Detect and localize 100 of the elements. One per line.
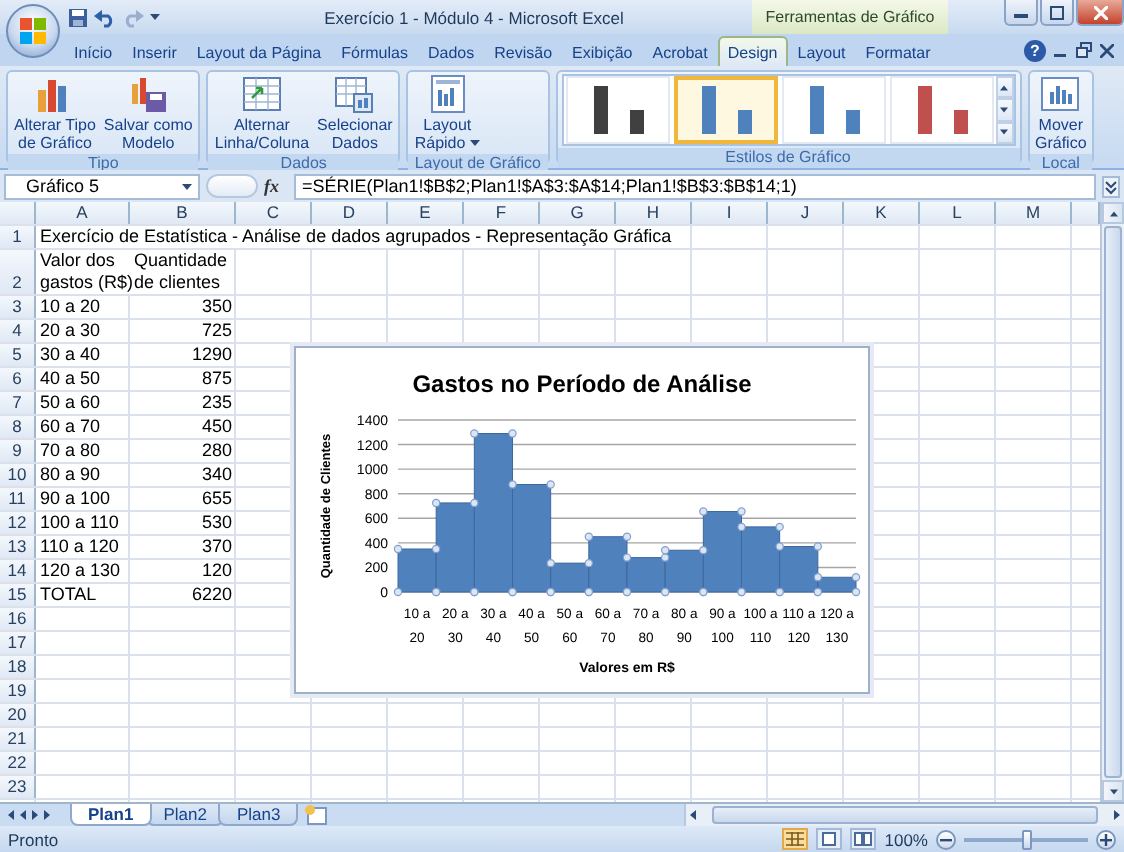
ribbon-button[interactable]: Layout Rápido <box>412 74 482 152</box>
ribbon-button[interactable]: Alternar Linha/Coluna <box>212 74 312 152</box>
ribbon-tab[interactable]: Acrobat <box>642 36 718 66</box>
ribbon-tab[interactable]: Layout <box>787 36 856 66</box>
column-header[interactable]: G <box>540 202 616 224</box>
vertical-scrollbar[interactable] <box>1100 202 1124 802</box>
bar[interactable] <box>550 562 590 593</box>
row-header[interactable]: 17 <box>0 632 36 654</box>
ribbon-tab[interactable]: Inserir <box>122 36 187 66</box>
row-header[interactable]: 4 <box>0 320 36 342</box>
minimize-button[interactable] <box>1004 0 1038 26</box>
row-header[interactable]: 6 <box>0 368 36 390</box>
ribbon-tab[interactable]: Formatar <box>855 36 941 66</box>
slider-thumb[interactable] <box>1022 829 1032 849</box>
row-header[interactable]: 16 <box>0 608 36 630</box>
formula-field[interactable]: =SÉRIE(Plan1!$B$2;Plan1!$A$3:$A$14;Plan1!$B$3:$B$14;1) <box>294 173 1096 199</box>
column-header[interactable]: M <box>996 202 1072 224</box>
zoom-out-button[interactable] <box>936 829 956 849</box>
column-header[interactable]: J <box>768 202 844 224</box>
ribbon-tab[interactable]: Revisão <box>484 36 563 66</box>
ribbon-tab[interactable]: Dados <box>417 36 485 66</box>
column-header[interactable]: C <box>236 202 312 224</box>
scrollbar-thumb[interactable] <box>1104 226 1122 778</box>
row-header[interactable]: 15 <box>0 584 36 606</box>
bar[interactable] <box>397 548 437 593</box>
ribbon-tab[interactable]: Fórmulas <box>331 36 418 66</box>
column-header[interactable]: F <box>464 202 540 224</box>
row-header[interactable]: 3 <box>0 296 36 318</box>
selection-handles[interactable] <box>393 429 861 597</box>
row-header[interactable]: 19 <box>0 680 36 702</box>
row-header[interactable]: 7 <box>0 392 36 414</box>
page-break-button[interactable] <box>850 828 877 850</box>
close-button[interactable] <box>1076 0 1124 26</box>
bar[interactable] <box>512 484 552 593</box>
undo-icon[interactable] <box>94 7 116 27</box>
table-cell: 50 a 60 <box>40 392 101 414</box>
bar[interactable] <box>473 433 513 593</box>
zoom-in-button[interactable] <box>1096 829 1116 849</box>
column-header[interactable]: E <box>388 202 464 224</box>
column-header[interactable]: I <box>692 202 768 224</box>
bar[interactable] <box>435 502 475 593</box>
resize-handle[interactable] <box>206 174 258 198</box>
row-header[interactable]: 1 <box>0 226 36 248</box>
ribbon-tab[interactable]: Layout da Página <box>186 36 332 66</box>
column-header[interactable]: L <box>920 202 996 224</box>
row-header[interactable]: 8 <box>0 416 36 438</box>
row-header[interactable]: 12 <box>0 512 36 534</box>
sheet-tab[interactable]: Plan1 <box>70 804 152 826</box>
save-icon[interactable] <box>68 7 88 27</box>
ribbon-button[interactable]: Selecionar Dados <box>315 74 395 152</box>
ribbon-tab[interactable]: Início <box>64 36 123 66</box>
function-label[interactable]: fx <box>264 176 288 196</box>
ribbon-button[interactable]: Mover Gráfico <box>1033 74 1089 152</box>
row-header[interactable]: 14 <box>0 560 36 582</box>
bar[interactable] <box>779 546 819 593</box>
row-header[interactable]: 13 <box>0 536 36 558</box>
scroll-up-button[interactable] <box>995 76 1013 99</box>
help-button[interactable]: ? <box>1024 39 1046 61</box>
ribbon-tab[interactable]: Exibição <box>562 36 643 66</box>
bar[interactable] <box>702 511 742 593</box>
row-header[interactable]: 10 <box>0 464 36 486</box>
restore-button[interactable] <box>1040 0 1074 26</box>
close-icon[interactable] <box>1100 43 1114 57</box>
row-header[interactable]: 5 <box>0 344 36 366</box>
bar[interactable] <box>626 557 666 593</box>
restore-icon[interactable] <box>1076 42 1092 58</box>
bar[interactable] <box>664 549 704 593</box>
column-header[interactable]: A <box>36 202 130 224</box>
expand-icon[interactable] <box>1102 175 1120 197</box>
more-button[interactable] <box>995 121 1013 144</box>
chart-style-thumbnail[interactable] <box>673 76 777 144</box>
page-layout-button[interactable] <box>816 828 843 850</box>
row-header[interactable]: 2 <box>0 250 36 294</box>
column-header[interactable]: D <box>312 202 388 224</box>
normal-view-button[interactable] <box>782 828 809 850</box>
row-header[interactable]: 18 <box>0 656 36 678</box>
zoom-level[interactable]: 100% <box>884 829 928 849</box>
ribbon-button[interactable]: Alterar Tipo de Gráfico <box>12 74 98 152</box>
scrollbar-thumb[interactable] <box>712 806 1098 824</box>
bar[interactable] <box>588 536 628 593</box>
row-header[interactable]: 21 <box>0 728 36 750</box>
ribbon-button[interactable]: Salvar como Modelo <box>101 74 195 152</box>
column-header[interactable]: B <box>130 202 236 224</box>
row-header[interactable]: 9 <box>0 440 36 462</box>
scroll-down-button[interactable] <box>1102 780 1124 802</box>
ribbon-tab[interactable]: Design <box>717 36 788 66</box>
chart[interactable] <box>294 346 870 694</box>
column-header[interactable]: K <box>844 202 920 224</box>
column-header[interactable]: H <box>616 202 692 224</box>
scroll-down-button[interactable] <box>995 98 1013 122</box>
bar[interactable] <box>741 526 781 593</box>
new-sheet-icon[interactable] <box>302 804 331 826</box>
name-box[interactable]: Gráfico 5 <box>4 173 200 199</box>
row-header[interactable]: 22 <box>0 752 36 774</box>
scroll-up-button[interactable] <box>1102 202 1124 224</box>
sheet-tab[interactable]: Plan3 <box>218 804 299 826</box>
horizontal-scrollbar[interactable] <box>684 804 1124 826</box>
row-header[interactable]: 11 <box>0 488 36 510</box>
row-header[interactable]: 23 <box>0 776 36 798</box>
row-header[interactable]: 20 <box>0 704 36 726</box>
